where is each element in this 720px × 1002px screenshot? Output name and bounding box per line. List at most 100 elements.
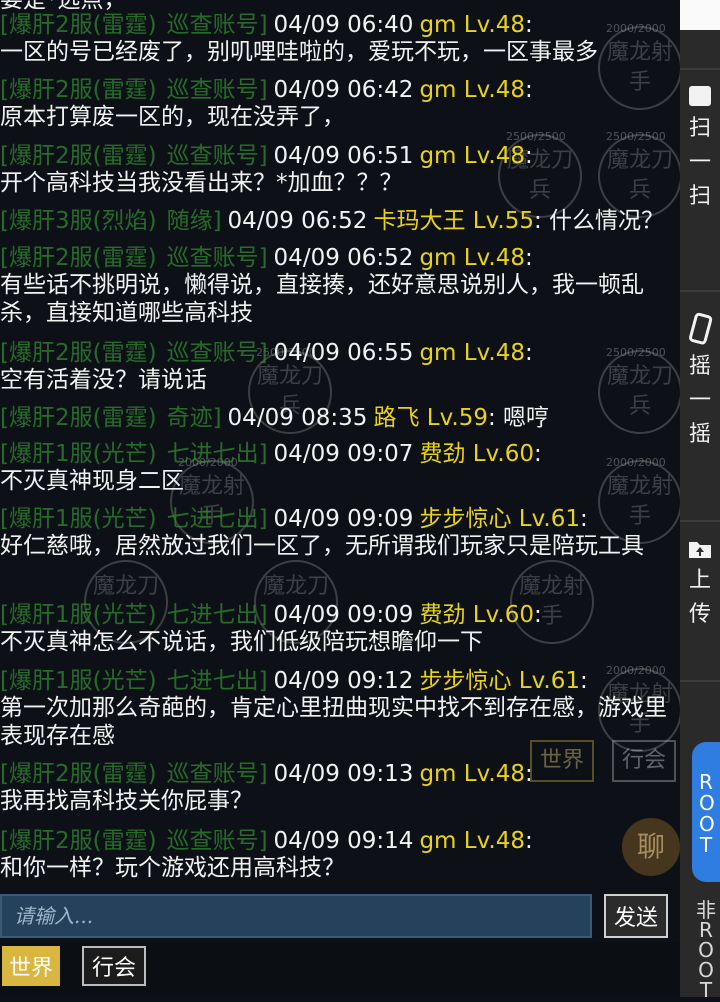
scan-icon	[689, 86, 711, 106]
message-server: [爆肝2服(雷霆)	[0, 828, 157, 854]
message-text: 不灭真神现身二区	[0, 468, 184, 494]
message-time: 04/09 09:09	[273, 506, 414, 532]
message-time: 04/09 09:13	[273, 761, 414, 787]
message-suffix: :	[533, 602, 542, 628]
scan-button[interactable]: 扫一扫	[680, 84, 720, 214]
message-suffix: :	[524, 828, 533, 854]
message-suffix: :	[524, 245, 533, 271]
message-time: 04/09 06:40	[273, 12, 414, 38]
message-server: [爆肝1服(光芒)	[0, 441, 157, 467]
divider	[680, 290, 720, 292]
message-server: [爆肝2服(雷霆)	[0, 245, 157, 271]
channel-tabs: 世界 行会	[0, 942, 680, 997]
message-text: 不灭真神怎么不说话，我们低级陪玩想瞻仰一下	[0, 629, 483, 655]
message-suffix: :	[579, 506, 588, 532]
message-time: 04/09 09:12	[273, 668, 414, 694]
message-time: 04/09 09:07	[273, 441, 414, 467]
message-text: 有些话不挑明说，懒得说，直接揍，还好意思说别人，我一顿乱杀，直接知道哪些高科技	[0, 272, 644, 326]
message-server: [爆肝2服(雷霆)	[0, 143, 157, 169]
message-header: [爆肝1服(光芒) 七进七出] 04/09 09:09 费劲 Lv.60:	[0, 600, 542, 630]
message-header: [爆肝2服(雷霆) 巡查账号] 04/09 06:40 gm Lv.48:	[0, 10, 533, 40]
message-sender[interactable]: 费劲 Lv.60	[419, 441, 534, 467]
message-time: 04/09 08:35	[227, 405, 368, 431]
message-sender[interactable]: gm Lv.48	[419, 77, 525, 103]
message-header: [爆肝1服(光芒) 七进七出] 04/09 09:09 步步惊心 Lv.61:	[0, 504, 588, 534]
message-tag: 巡查账号]	[166, 12, 268, 38]
message-text: 和你一样？玩个游戏还用高科技？	[0, 855, 345, 881]
message-time: 04/09 06:51	[273, 143, 414, 169]
message-header: [爆肝1服(光芒) 七进七出] 04/09 09:12 步步惊心 Lv.61:	[0, 666, 588, 696]
message-server: [爆肝2服(雷霆)	[0, 340, 157, 366]
message-text: 第一次加那么奇葩的，肯定心里扭曲现实中找不到存在感，游戏里表现存在感	[0, 695, 667, 749]
message-tag: 巡查账号]	[166, 143, 268, 169]
message-server: [爆肝2服(雷霆)	[0, 77, 157, 103]
message-time: 04/09 06:42	[273, 77, 414, 103]
shake-button[interactable]: 摇一摇	[680, 312, 720, 452]
message-text: 我再找高科技关你屁事？	[0, 788, 253, 814]
message-sender[interactable]: gm Lv.48	[419, 245, 525, 271]
message-suffix: : 嗯哼	[487, 405, 550, 431]
nonroot-label: 非ROOT	[696, 898, 716, 1002]
message-tag: 七进七出]	[166, 602, 268, 628]
message-suffix: :	[524, 12, 533, 38]
nonroot-toggle[interactable]: 非ROOT	[692, 900, 720, 1000]
message-header: [爆肝2服(雷霆) 巡查账号] 04/09 06:55 gm Lv.48:	[0, 338, 533, 368]
message-tag: 巡查账号]	[166, 828, 268, 854]
tab-world[interactable]: 世界	[2, 946, 60, 986]
message-tag: 奇迹]	[166, 405, 222, 431]
message-sender[interactable]: 费劲 Lv.60	[419, 602, 534, 628]
message-sender[interactable]: gm Lv.48	[419, 340, 525, 366]
message-server: [爆肝1服(光芒)	[0, 506, 157, 532]
chat-input[interactable]	[0, 894, 592, 938]
message-server: [爆肝1服(光芒)	[0, 668, 157, 694]
message-server: [爆肝2服(雷霆)	[0, 405, 157, 431]
message-time: 04/09 09:09	[273, 602, 414, 628]
upload-folder-icon	[689, 542, 711, 558]
message-tag: 七进七出]	[166, 668, 268, 694]
message-suffix: :	[533, 441, 542, 467]
message-sender[interactable]: gm Lv.48	[419, 143, 525, 169]
message-suffix: : 什么情况？	[533, 208, 665, 234]
message-tag: 巡查账号]	[166, 245, 268, 271]
message-text: 原本打算废一区的，现在没弄了，	[0, 104, 345, 130]
message-server: [爆肝1服(光芒)	[0, 602, 157, 628]
tab-guild[interactable]: 行会	[82, 946, 146, 986]
upload-label: 上传	[688, 568, 711, 627]
message-sender[interactable]: gm Lv.48	[419, 12, 525, 38]
message-time: 04/09 06:52	[227, 208, 368, 234]
message-sender[interactable]: 路飞 Lv.59	[373, 405, 488, 431]
message-sender[interactable]: gm Lv.48	[419, 828, 525, 854]
message-server: [爆肝3服(烈焰)	[0, 208, 157, 234]
chat-input-row: 发送	[0, 890, 680, 942]
root-label: ROOT	[699, 770, 715, 857]
message-sender[interactable]: 步步惊心 Lv.61	[419, 668, 580, 694]
send-button[interactable]: 发送	[604, 894, 668, 938]
message-sender[interactable]: gm Lv.48	[419, 761, 525, 787]
chat-log[interactable]: 要是*远点， [爆肝2服(雷霆) 巡查账号] 04/09 06:40 gm Lv.48…	[0, 0, 680, 890]
message-suffix: :	[524, 143, 533, 169]
message-time: 04/09 06:52	[273, 245, 414, 271]
toolbar-top	[680, 0, 720, 30]
message-server: [爆肝2服(雷霆)	[0, 12, 157, 38]
message-text: 空有活着没？请说话	[0, 367, 207, 393]
message-header: [爆肝2服(雷霆) 巡查账号] 04/09 06:51 gm Lv.48:	[0, 141, 533, 171]
message-server: [爆肝2服(雷霆)	[0, 761, 157, 787]
root-toggle[interactable]: ROOT	[692, 742, 720, 882]
upload-button[interactable]: 上传	[680, 538, 720, 632]
message-suffix: :	[524, 761, 533, 787]
message-tag: 随缘]	[166, 208, 222, 234]
message-sender[interactable]: 卡玛大王 Lv.55	[373, 208, 534, 234]
message-header: [爆肝2服(雷霆) 巡查账号] 04/09 06:52 gm Lv.48:	[0, 243, 533, 273]
message-header: [爆肝2服(雷霆) 巡查账号] 04/09 09:14 gm Lv.48:	[0, 826, 533, 856]
message-text: 一区的号已经废了，别叽哩哇啦的，爱玩不玩，一区事最多	[0, 39, 598, 65]
message-header: [爆肝2服(雷霆) 巡查账号] 04/09 09:13 gm Lv.48:	[0, 759, 533, 789]
phone-icon	[689, 312, 713, 345]
message-header: [爆肝2服(雷霆) 奇迹] 04/09 08:35 路飞 Lv.59: 嗯哼	[0, 403, 549, 433]
message-sender[interactable]: 步步惊心 Lv.61	[419, 506, 580, 532]
message-text: 好仁慈哦，居然放过我们一区了，无所谓我们玩家只是陪玩工具	[0, 533, 644, 559]
message-header: [爆肝1服(光芒) 七进七出] 04/09 09:07 费劲 Lv.60:	[0, 439, 542, 469]
scan-label: 扫一扫	[688, 116, 711, 209]
divider	[680, 680, 720, 682]
message-tag: 七进七出]	[166, 506, 268, 532]
divider	[680, 68, 720, 70]
